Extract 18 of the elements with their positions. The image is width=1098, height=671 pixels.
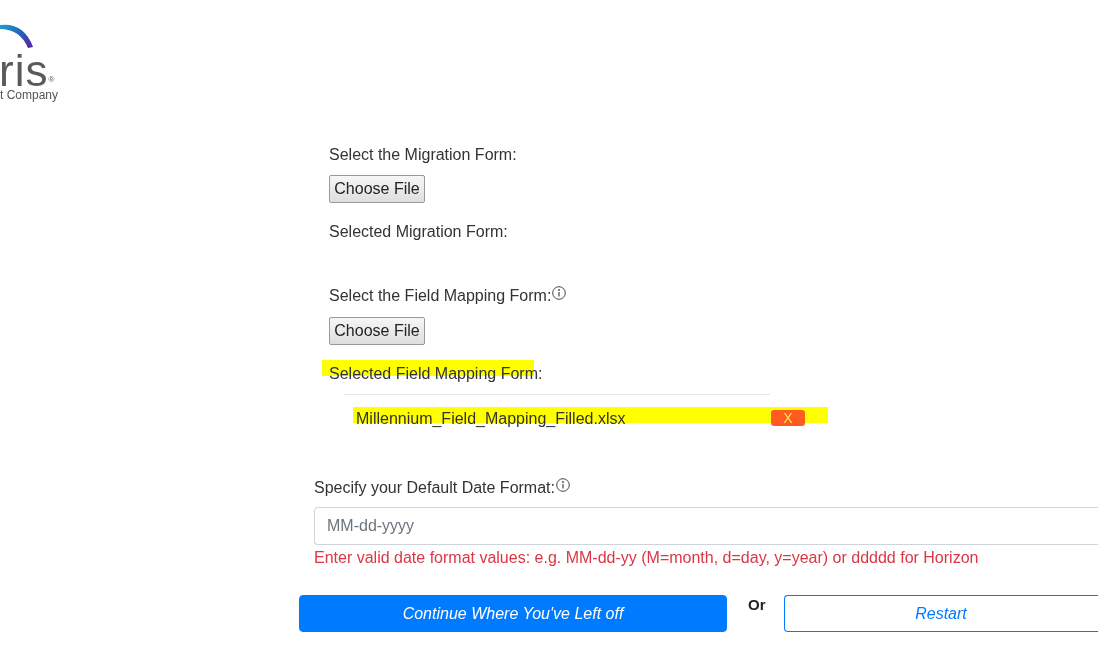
- registered-mark: ®: [48, 76, 55, 84]
- date-format-input[interactable]: MM-dd-yyyy: [314, 507, 1098, 545]
- info-icon[interactable]: [556, 478, 570, 492]
- choose-file-button[interactable]: Choose File: [329, 317, 425, 345]
- file-name: Millennium_Field_Mapping_Filled.xlsx: [355, 411, 626, 427]
- restart-button[interactable]: Restart: [783, 595, 1098, 632]
- error-message: Enter valid date format values: e.g. MM-dd-yy (M=month, d=day, y=year) or ddddd for Horizon: [314, 548, 979, 568]
- field-label: Specify your Default Date Format:: [314, 478, 555, 498]
- field-label: Select the Field Mapping Form:: [329, 286, 552, 306]
- continue-button[interactable]: Continue Where You've Left off: [299, 595, 727, 632]
- logo-wordmark: ris: [0, 54, 49, 88]
- choose-file-button[interactable]: Choose File: [329, 175, 425, 203]
- field-label: Select the Migration Form:: [329, 145, 517, 165]
- logo-tagline: t Company: [0, 88, 59, 102]
- selected-file-label: Selected Migration Form:: [329, 222, 508, 242]
- remove-file-button[interactable]: X: [771, 410, 805, 426]
- or-separator: Or: [748, 595, 766, 615]
- info-icon[interactable]: [552, 286, 567, 300]
